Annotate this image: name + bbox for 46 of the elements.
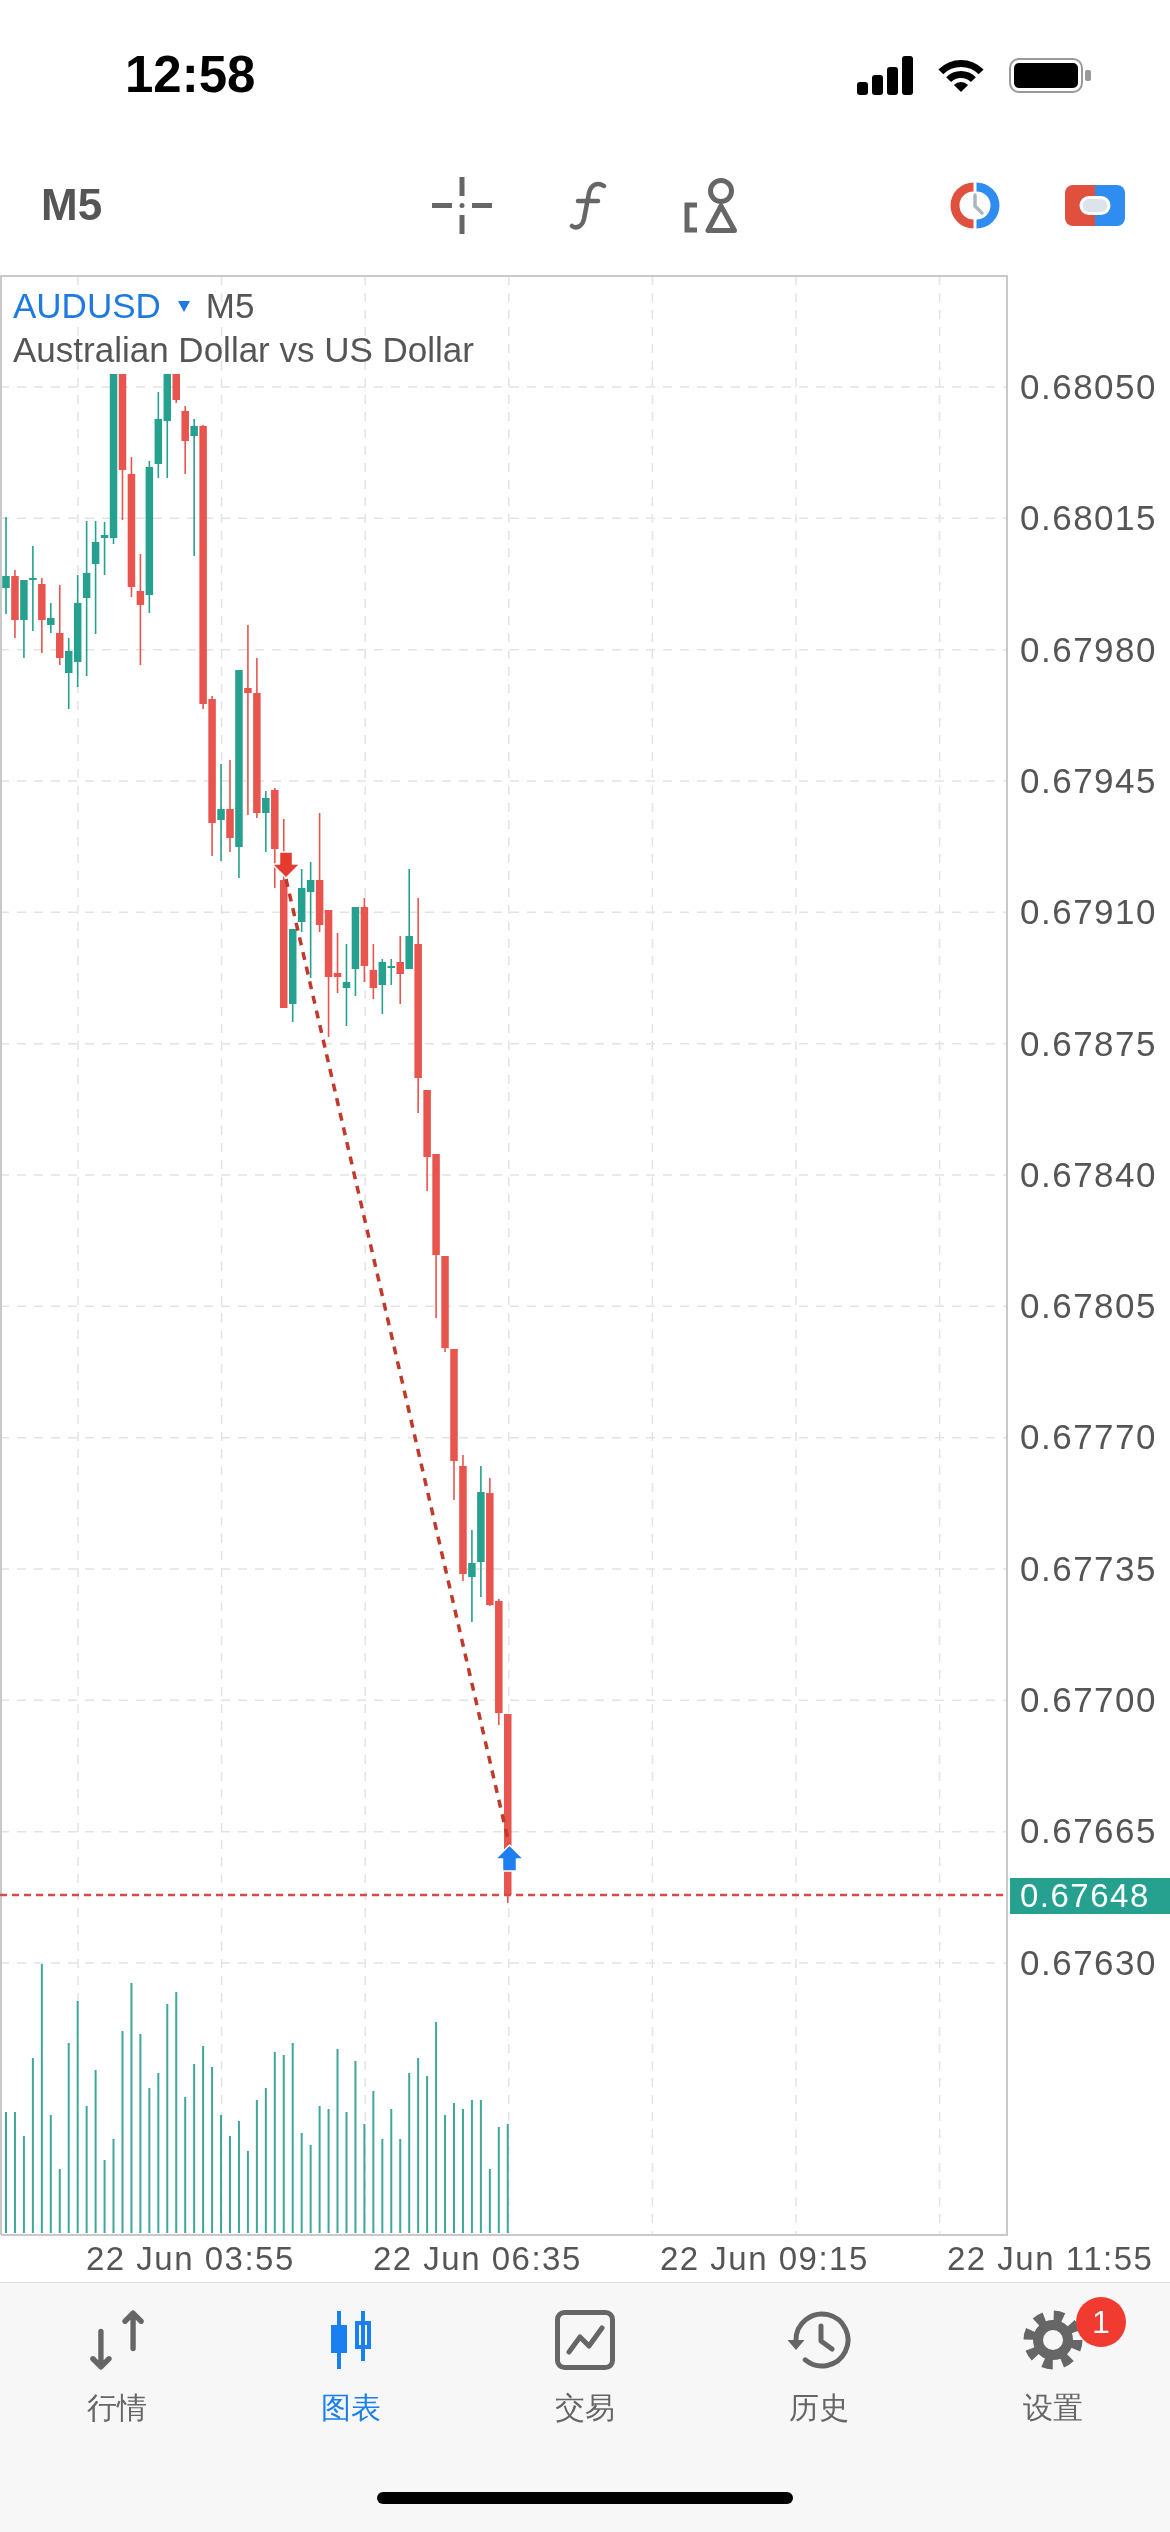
tab[interactable]: 交易: [555, 2310, 615, 2426]
function-icon[interactable]: [569, 180, 607, 231]
battery-icon: [1009, 57, 1091, 93]
price-label: 0.67665: [1020, 1811, 1158, 1852]
caret-icon: [177, 300, 190, 312]
crosshair-icon[interactable]: [432, 177, 492, 234]
candlestick-icon: [328, 2310, 374, 2370]
settings-icon: [1023, 2310, 1083, 2370]
symbol-selector[interactable]: AUDUSD: [13, 285, 190, 327]
price-label: 0.67700: [1020, 1680, 1158, 1721]
price-label: 0.67735: [1020, 1548, 1158, 1590]
clock-icon[interactable]: [950, 182, 1000, 229]
price-label: 0.67980: [1020, 629, 1158, 670]
price-label: 0.67770: [1020, 1417, 1158, 1458]
shapes-icon[interactable]: [684, 178, 738, 233]
history-icon: [787, 2310, 851, 2370]
timeframe-label: M5: [205, 285, 255, 327]
signal-icon: [857, 55, 913, 95]
price-label: 0.67875: [1020, 1023, 1158, 1064]
time-label: 22 Jun 09:15: [660, 2240, 869, 2278]
toggle-icon[interactable]: [1065, 185, 1125, 226]
volume-bar: [488, 2169, 491, 2233]
up-arrow-icon: [494, 1844, 525, 1872]
price-label: 0.68015: [1020, 498, 1158, 539]
tab[interactable]: 行情: [87, 2310, 147, 2426]
current-price-label: 0.67648: [1010, 1878, 1170, 1914]
tab[interactable]: 历史: [787, 2310, 851, 2426]
time-label: 22 Jun 03:55: [86, 2240, 295, 2278]
volume-bar: [58, 2169, 61, 2233]
price-label: 0.67630: [1020, 1942, 1158, 1984]
status-time: 12:58: [125, 45, 256, 105]
line-chart-icon: [555, 2310, 615, 2370]
price-label: 0.67945: [1020, 760, 1158, 802]
wifi-icon: [937, 58, 985, 92]
tab[interactable]: 图表: [321, 2310, 381, 2426]
symbol-description: Australian Dollar vs US Dollar: [13, 329, 474, 371]
timeframe-button[interactable]: M5: [41, 180, 103, 231]
notification-badge: 1: [1076, 2297, 1126, 2347]
price-label: 0.68050: [1020, 366, 1158, 408]
price-label: 0.67910: [1020, 892, 1158, 933]
time-label: 22 Jun 06:35: [373, 2240, 582, 2278]
price-label: 0.67840: [1020, 1154, 1158, 1196]
price-label: 0.67805: [1020, 1286, 1158, 1327]
up-down-arrows-icon: [90, 2310, 144, 2370]
down-arrow-icon: [271, 851, 301, 879]
time-label: 22 Jun 11:55: [947, 2240, 1154, 2278]
